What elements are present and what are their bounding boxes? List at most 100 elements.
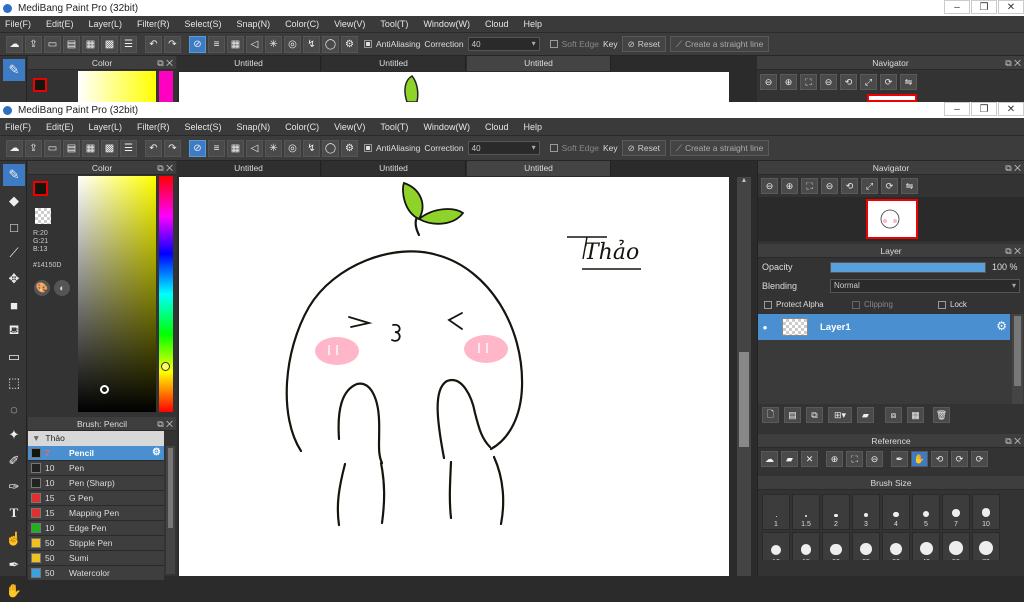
new-halftone-layer-icon[interactable]: ▤ bbox=[784, 407, 801, 423]
brush-size-cell[interactable]: 40 bbox=[912, 532, 940, 560]
add-layer-menu-icon[interactable]: ⊞▾ bbox=[828, 407, 852, 423]
menu-file[interactable]: File(F) bbox=[5, 19, 31, 29]
brush-list-item[interactable]: 10 Edge Pen bbox=[28, 521, 164, 536]
menu-view[interactable]: View(V) bbox=[334, 122, 365, 132]
color-saturation-field[interactable] bbox=[78, 176, 156, 412]
grid-icon[interactable]: ▩ bbox=[101, 35, 118, 53]
snap-ring-icon[interactable]: ◯ bbox=[322, 139, 339, 157]
brush-list-item[interactable]: 10 Pen (Sharp) bbox=[28, 476, 164, 491]
close-button[interactable]: ✕ bbox=[998, 0, 1024, 14]
snap-ring-icon[interactable]: ◯ bbox=[322, 35, 339, 53]
flip-icon[interactable]: ⇋ bbox=[900, 74, 917, 90]
menu-cloud[interactable]: Cloud bbox=[485, 19, 509, 29]
panel-close-icon[interactable]: ⧉ ✕ bbox=[1005, 161, 1021, 175]
text-tool-icon[interactable]: T bbox=[3, 502, 25, 524]
doc-tab-3[interactable]: Untitled bbox=[467, 56, 611, 71]
cloud-reference-icon[interactable]: ☁ bbox=[761, 451, 778, 467]
color-picker-handle[interactable] bbox=[100, 385, 109, 394]
menu-edit[interactable]: Edit(E) bbox=[46, 122, 74, 132]
brush-size-cell[interactable]: 20 bbox=[822, 532, 850, 560]
scroll-up-icon[interactable]: ▲ bbox=[737, 177, 751, 184]
brush-tool-icon[interactable]: ✎ bbox=[3, 164, 25, 186]
ref-fit-icon[interactable]: ⛶ bbox=[846, 451, 863, 467]
menu-color[interactable]: Color(C) bbox=[285, 19, 319, 29]
ref-reset-icon[interactable]: ⟳ bbox=[951, 451, 968, 467]
correction-dropdown[interactable]: 40 bbox=[467, 141, 540, 155]
clipping-checkbox[interactable] bbox=[852, 300, 860, 309]
select-tool-icon[interactable]: ⬚ bbox=[3, 372, 25, 394]
menu-file[interactable]: File(F) bbox=[5, 122, 31, 132]
brush-size-cell[interactable]: 15 bbox=[792, 532, 820, 560]
panel-close-icon[interactable]: ⧉ ✕ bbox=[157, 161, 173, 175]
ref-rotate-right-icon[interactable]: ⟳ bbox=[971, 451, 988, 467]
eyedropper-tool-icon[interactable]: ✒ bbox=[3, 554, 25, 576]
brush-settings-icon[interactable]: ⚙ bbox=[152, 447, 161, 458]
menu-window[interactable]: Window(W) bbox=[423, 19, 470, 29]
straight-line-button[interactable]: ⟋ Create a straight line bbox=[669, 36, 770, 52]
delete-layer-icon[interactable]: 🗑 bbox=[933, 407, 950, 423]
select-pen-tool-icon[interactable]: ✐ bbox=[3, 450, 25, 472]
snap-circle-icon[interactable]: ◎ bbox=[284, 139, 301, 157]
line-tool-icon[interactable]: ⟋ bbox=[3, 242, 25, 264]
panel-close-icon[interactable]: ⧉ ✕ bbox=[1005, 244, 1021, 258]
reset-button[interactable]: ⊘ Reset bbox=[621, 140, 666, 156]
undo-icon[interactable]: ↶ bbox=[145, 35, 162, 53]
menu-tool[interactable]: Tool(T) bbox=[380, 122, 408, 132]
ref-eyedropper-icon[interactable]: ✒ bbox=[891, 451, 908, 467]
ref-rotate-left-icon[interactable]: ⟲ bbox=[931, 451, 948, 467]
brush-list-item[interactable]: 50 Stipple Pen bbox=[28, 536, 164, 551]
menu-snap[interactable]: Snap(N) bbox=[237, 19, 271, 29]
menu-window[interactable]: Window(W) bbox=[423, 122, 470, 132]
menu-layer[interactable]: Layer(L) bbox=[89, 19, 123, 29]
soft-edge-checkbox[interactable] bbox=[549, 40, 558, 48]
gradient-tool-icon[interactable]: ▭ bbox=[3, 346, 25, 368]
doc-icon[interactable]: ▦ bbox=[82, 35, 99, 53]
bucket-tool-icon[interactable]: ⛾ bbox=[3, 320, 25, 342]
snap-curve-icon[interactable]: ↯ bbox=[303, 35, 320, 53]
panel-close-icon[interactable]: ⧉ ✕ bbox=[1005, 56, 1021, 70]
menu-tool[interactable]: Tool(T) bbox=[380, 19, 408, 29]
menu-color[interactable]: Color(C) bbox=[285, 122, 319, 132]
note-icon[interactable]: ▤ bbox=[63, 35, 80, 53]
opacity-slider[interactable] bbox=[830, 261, 986, 273]
snap-perspective-icon[interactable]: ◁ bbox=[246, 139, 263, 157]
snap-off-icon[interactable]: ⊘ bbox=[189, 139, 206, 157]
rotate-right-icon[interactable]: ⟳ bbox=[881, 178, 898, 194]
layer-properties-icon[interactable]: ▦ bbox=[907, 407, 924, 423]
brush-list-item[interactable]: 10 Pen bbox=[28, 461, 164, 476]
brush-tool-icon[interactable]: ✎ bbox=[3, 59, 25, 81]
snap-grid-icon[interactable]: ▦ bbox=[227, 35, 244, 53]
folder-icon[interactable]: ▰ bbox=[857, 407, 874, 423]
doc-tab-1[interactable]: Untitled bbox=[177, 161, 321, 176]
eraser-tool-icon[interactable]: ◆ bbox=[3, 190, 25, 212]
cloud-icon[interactable]: ☁ bbox=[6, 139, 23, 157]
canvas-vertical-scrollbar[interactable]: ▲ bbox=[737, 177, 751, 576]
snap-circle-icon[interactable]: ◎ bbox=[284, 35, 301, 53]
background-color-gradient[interactable] bbox=[78, 71, 156, 102]
open-reference-icon[interactable]: ▰ bbox=[781, 451, 798, 467]
brush-size-cell[interactable]: 12 bbox=[762, 532, 790, 560]
brush-list-item[interactable]: 50 Sumi bbox=[28, 551, 164, 566]
reset-button[interactable]: ⊘ Reset bbox=[621, 36, 666, 52]
brush-size-cell[interactable]: 10 bbox=[972, 494, 1000, 530]
brush-list-item[interactable]: 7 Pencil ⚙ bbox=[28, 446, 164, 461]
layer-settings-icon[interactable]: ⚙ bbox=[996, 319, 1007, 333]
background-canvas[interactable] bbox=[179, 72, 729, 102]
brush-list-scrollbar[interactable] bbox=[166, 446, 175, 574]
brush-size-cell[interactable]: 2 bbox=[822, 494, 850, 530]
brush-list-item[interactable]: 50 Watercolor bbox=[28, 566, 164, 581]
snap-off-icon[interactable]: ⊘ bbox=[189, 35, 206, 53]
fullscreen-icon[interactable]: ⤢ bbox=[861, 178, 878, 194]
lasso-tool-icon[interactable]: ◌ bbox=[3, 398, 25, 420]
color-history-button[interactable]: ◐ bbox=[54, 280, 70, 296]
comment-icon[interactable]: ▭ bbox=[44, 35, 61, 53]
menu-cloud[interactable]: Cloud bbox=[485, 122, 509, 132]
primary-color-swatch[interactable] bbox=[33, 181, 48, 196]
fullscreen-icon[interactable]: ⤢ bbox=[860, 74, 877, 90]
antialiasing-checkbox[interactable] bbox=[364, 40, 372, 48]
shape-tool-icon[interactable]: □ bbox=[3, 216, 25, 238]
brush-size-cell[interactable]: 3 bbox=[852, 494, 880, 530]
maximize-button[interactable]: ❐ bbox=[971, 102, 997, 116]
doc-tab-2[interactable]: Untitled bbox=[322, 161, 466, 176]
ref-zoom-in-icon[interactable]: ⊕ bbox=[826, 451, 843, 467]
